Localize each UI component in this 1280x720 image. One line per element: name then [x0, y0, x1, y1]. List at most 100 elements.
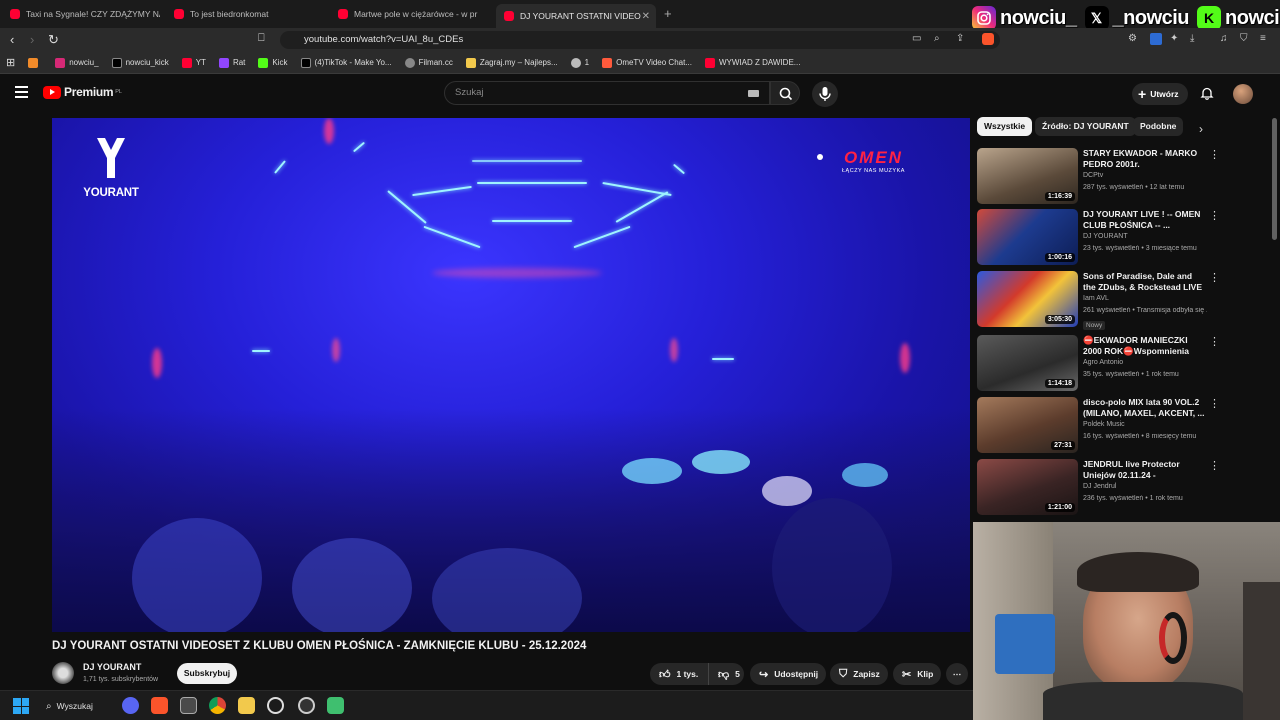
reload-icon[interactable]: ↻	[48, 32, 59, 48]
video-thumbnail[interactable]: 27:31	[977, 397, 1078, 453]
recommended-channel[interactable]: Poldek Music	[1083, 421, 1125, 428]
recommended-title[interactable]: Sons of Paradise, Dale and the ZDubs, & …	[1083, 271, 1207, 294]
chrome-icon[interactable]	[209, 697, 226, 714]
filter-chip-related[interactable]: Podobne	[1133, 117, 1184, 136]
recommended-video[interactable]: 1:21:00 JENDRUL live Protector Uniejów 0…	[977, 459, 1220, 517]
notifications-bell-icon[interactable]	[1200, 86, 1214, 100]
bookmark-item[interactable]: Filman.cc	[404, 57, 453, 68]
subscribe-button[interactable]: Subskrybuj	[177, 663, 237, 684]
search-button[interactable]	[770, 81, 800, 105]
bookmark-item[interactable]: 1	[570, 57, 589, 68]
bookmark-icon[interactable]: ⎕	[258, 32, 265, 45]
bookmark-item[interactable]: (4)TikTok - Make Yo...	[300, 57, 392, 68]
kebab-menu-icon[interactable]: ⋮	[1209, 148, 1220, 161]
video-thumbnail[interactable]: 1:21:00	[977, 459, 1078, 515]
filter-chip-all[interactable]: Wszystkie	[977, 117, 1033, 136]
new-tab-icon[interactable]: +	[664, 6, 672, 21]
browser-tab-active[interactable]: DJ YOURANT OSTATNI VIDEO ✕	[496, 4, 656, 28]
recommended-channel[interactable]: DJ Jendrul	[1083, 483, 1116, 490]
cast-icon[interactable]: ▭	[912, 33, 924, 45]
brave-shield-icon[interactable]	[982, 33, 994, 45]
media-icon[interactable]: ♫	[1220, 33, 1232, 45]
share-button[interactable]: ↪ Udostępnij	[750, 663, 826, 685]
search-input[interactable]: Szukaj	[444, 81, 770, 105]
video-thumbnail[interactable]: 1:14:18	[977, 335, 1078, 391]
save-button[interactable]: ⛉ Zapisz	[830, 663, 888, 685]
back-icon[interactable]: ‹	[10, 32, 14, 47]
recommended-video[interactable]: 27:31 disco-polo MIX lata 90 VOL.2 (MILA…	[977, 397, 1220, 455]
share-icon[interactable]: ⇪	[956, 33, 968, 45]
bookmark-item[interactable]: Zagraj.my – Najleps...	[465, 57, 558, 68]
apps-grid-icon[interactable]: ⊞	[6, 56, 15, 69]
brave-icon[interactable]	[151, 697, 168, 714]
kebab-menu-icon[interactable]: ⋮	[1209, 335, 1220, 348]
puzzle-icon[interactable]: ✦	[1170, 33, 1182, 45]
create-button[interactable]: + Utwórz	[1132, 83, 1188, 105]
chevron-right-icon[interactable]: ›	[1199, 122, 1203, 136]
recommended-video[interactable]: 1:14:18 ⛔EKWADOR MANIECZKI 2000 ROK⛔Wspo…	[977, 335, 1220, 393]
windows-start-icon[interactable]	[13, 698, 29, 714]
app-icon[interactable]	[327, 697, 344, 714]
bookmark-item[interactable]	[28, 57, 42, 68]
recommended-video[interactable]: 1:16:39 STARY EKWADOR - MARKO PEDRO 2001…	[977, 148, 1220, 206]
download-icon[interactable]: ⤓	[1190, 33, 1202, 45]
recommended-video[interactable]: 1:00:16 DJ YOURANT LIVE ! -- OMEN CLUB P…	[977, 209, 1220, 267]
video-thumbnail[interactable]: 1:00:16	[977, 209, 1078, 265]
bookmark-item[interactable]: YT	[181, 57, 206, 68]
kebab-menu-icon[interactable]: ⋮	[1209, 397, 1220, 410]
channel-name[interactable]: DJ YOURANT	[83, 662, 141, 672]
video-thumbnail[interactable]: 3:05:30	[977, 271, 1078, 327]
recommended-title[interactable]: STARY EKWADOR - MARKO PEDRO 2001r.	[1083, 148, 1207, 170]
browser-tab[interactable]: Taxi na Sygnale! CZY ZDĄŻYMY NA	[10, 4, 160, 24]
more-actions-button[interactable]: ⋯	[946, 663, 968, 685]
recommended-title[interactable]: DJ YOURANT LIVE ! -- OMEN CLUB PŁOŚNICA …	[1083, 209, 1207, 231]
filter-chip-channel[interactable]: Źródło: DJ YOURANT	[1035, 117, 1136, 136]
user-avatar[interactable]	[1233, 84, 1253, 104]
recommended-channel[interactable]: DJ YOURANT	[1083, 233, 1128, 240]
recommended-channel[interactable]: Iam AVL	[1083, 295, 1109, 302]
taskbar-search[interactable]: ⌕ Wyszukaj	[46, 696, 93, 716]
kebab-menu-icon[interactable]: ⋮	[1209, 459, 1220, 472]
kebab-menu-icon[interactable]: ⋮	[1209, 209, 1220, 222]
recommended-title[interactable]: JENDRUL live Protector Uniejów 02.11.24 …	[1083, 459, 1207, 482]
vpn-shield-icon[interactable]: ⛉	[1240, 33, 1252, 45]
bookmark-item[interactable]: nowciu_	[55, 57, 99, 68]
app-icon[interactable]	[180, 697, 197, 714]
zoom-icon[interactable]: ⌕	[934, 33, 946, 45]
bookmark-item[interactable]: Kick	[258, 57, 288, 68]
scrollbar[interactable]	[1272, 118, 1277, 240]
extension-icon[interactable]	[1150, 33, 1162, 45]
obs-icon[interactable]	[267, 697, 284, 714]
browser-tab[interactable]: To jest biedronkomat	[174, 4, 324, 24]
recommended-channel[interactable]: DCPtv	[1083, 172, 1103, 179]
forward-icon[interactable]: ›	[30, 32, 34, 47]
kebab-menu-icon[interactable]: ⋮	[1209, 271, 1220, 284]
address-bar[interactable]: youtube.com/watch?v=UAI_8u_CDEs	[280, 31, 1000, 49]
dislike-button[interactable]: 👎︎ 5	[708, 663, 744, 685]
discord-icon[interactable]	[122, 697, 139, 714]
keyboard-icon[interactable]	[748, 90, 759, 97]
recommended-channel[interactable]: Agro Antonio	[1083, 359, 1123, 366]
hamburger-menu-icon[interactable]	[15, 86, 28, 98]
recommended-title[interactable]: ⛔EKWADOR MANIECZKI 2000 ROK⛔Wspomnienia …	[1083, 335, 1207, 358]
channel-avatar[interactable]	[52, 662, 74, 684]
extension-icon[interactable]: ⚙	[1128, 33, 1140, 45]
recommended-title[interactable]: disco-polo MIX lata 90 VOL.2 (MILANO, MA…	[1083, 397, 1207, 419]
menu-icon[interactable]: ≡	[1260, 33, 1272, 45]
bookmark-favicon-icon	[404, 57, 415, 68]
bookmark-item[interactable]: OmeTV Video Chat...	[602, 57, 692, 68]
youtube-premium-logo[interactable]: Premium PL	[43, 85, 122, 99]
browser-tab[interactable]: Martwe pole w ciężarówce - w pr	[338, 4, 488, 24]
recommended-video[interactable]: 3:05:30 Sons of Paradise, Dale and the Z…	[977, 271, 1220, 330]
bookmark-item[interactable]: WYWIAD Z DAWIDE...	[704, 57, 800, 68]
video-player[interactable]: YOURANT OMEN ŁĄCZY NAS MUZYKA	[52, 118, 970, 632]
bookmark-item[interactable]: nowciu_kick	[111, 57, 169, 68]
bookmark-item[interactable]: Rat	[218, 57, 245, 68]
close-tab-icon[interactable]: ✕	[642, 11, 650, 22]
video-thumbnail[interactable]: 1:16:39	[977, 148, 1078, 204]
app-icon[interactable]	[298, 697, 315, 714]
voice-search-button[interactable]	[812, 81, 838, 107]
clip-button[interactable]: ✂ Klip	[893, 663, 941, 685]
file-explorer-icon[interactable]	[238, 697, 255, 714]
like-button[interactable]: 👍︎ 1 tys.	[650, 663, 708, 685]
